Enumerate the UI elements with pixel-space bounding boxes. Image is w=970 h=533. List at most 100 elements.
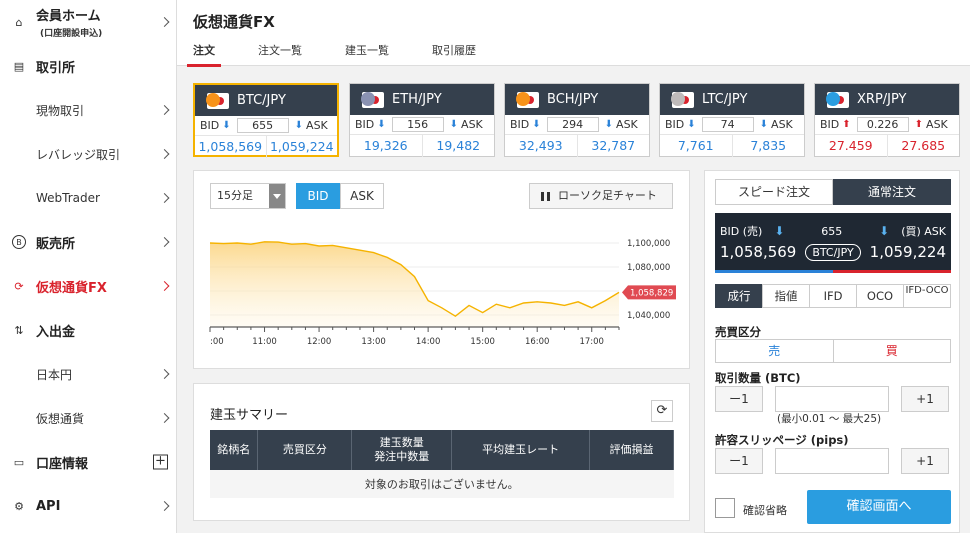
bid-sell-label: BID (売)	[720, 225, 763, 238]
y-tick-label: 1,100,000	[627, 239, 670, 249]
quantity-minus-button[interactable]: ー1	[715, 386, 763, 412]
card-ask-label: ASK	[771, 118, 793, 131]
chevron-right-icon	[159, 193, 170, 203]
sidebar-item-label: 販売所	[36, 236, 76, 252]
arrow-down-icon: ⬇	[759, 119, 769, 130]
chevron-right-icon	[159, 149, 170, 159]
arrow-down-icon: ⬇	[604, 119, 614, 130]
tab-position-list[interactable]: 建玉一覧	[345, 42, 389, 66]
timeframe-select[interactable]: 15分足	[210, 183, 286, 209]
bitcoin-icon: B	[12, 235, 26, 249]
sidebar-item-crypto[interactable]: 仮想通貨	[0, 396, 176, 440]
currency-card-ltc[interactable]: LTC/JPY BID ⬇ 74 ⬇ ASK 7,761 7,835	[659, 83, 805, 157]
candlestick-chart-button[interactable]: ローソク足チャート	[529, 183, 673, 209]
sidebar-item-home[interactable]: ⌂ 会員ホーム (口座開設申込)	[0, 0, 176, 44]
api-gear-icon: ⚙	[14, 499, 24, 513]
currency-card-btc[interactable]: BTC/JPY BID ⬇ 655 ⬇ ASK 1,058,569 1,059,224	[193, 83, 339, 158]
quote-bid-price[interactable]: 1,058,569	[720, 243, 796, 261]
sidebar-item-deposit[interactable]: ⇅ 入出金	[0, 308, 176, 352]
coin-icon	[206, 93, 220, 107]
sidebar-item-account[interactable]: ▭ 口座情報 +	[0, 440, 176, 484]
sidebar-item-webtrader[interactable]: WebTrader	[0, 176, 176, 220]
currency-card-xrp[interactable]: XRP/JPY BID ⬆ 0.226 ⬆ ASK 27.459 27.685	[814, 83, 960, 157]
order-type-oco[interactable]: OCO	[856, 284, 904, 308]
card-pair: BCH/JPY	[547, 92, 599, 107]
card-ask-price: 32,787	[591, 138, 636, 153]
tab-order-list[interactable]: 注文一覧	[258, 42, 302, 66]
arrow-down-icon: ⬇	[449, 119, 459, 130]
x-tick-label: 15:00	[470, 337, 495, 347]
chevron-down-icon	[269, 184, 285, 208]
chevron-right-icon	[159, 413, 170, 423]
card-ask-label: ASK	[616, 118, 638, 131]
ask-toggle[interactable]: ASK	[340, 183, 384, 209]
card-bid-price: 27.459	[815, 135, 888, 157]
currency-card-eth[interactable]: ETH/JPY BID ⬇ 156 ⬇ ASK 19,326 19,482	[349, 83, 495, 157]
sidebar-item-shop[interactable]: B 販売所	[0, 220, 176, 264]
skip-confirm-checkbox[interactable]	[715, 498, 735, 518]
order-type-market[interactable]: 成行	[715, 284, 763, 308]
card-ask-price: 1,059,224	[269, 139, 334, 154]
order-mode-tabs: スピード注文 通常注文	[715, 179, 951, 205]
currency-card-bch[interactable]: BCH/JPY BID ⬇ 294 ⬇ ASK 32,493 32,787	[504, 83, 650, 157]
quantity-plus-button[interactable]: +1	[901, 386, 949, 412]
quantity-label: 取引数量 (BTC)	[715, 371, 801, 385]
col-quantity-header: 建玉数量 発注中数量	[351, 430, 453, 470]
column-header-line: 売買区分	[282, 443, 327, 457]
tab-normal-order[interactable]: 通常注文	[833, 179, 951, 205]
chevron-right-icon	[159, 17, 170, 27]
quantity-input[interactable]	[775, 386, 889, 412]
tab-trade-history[interactable]: 取引履歴	[432, 42, 476, 66]
sidebar-item-jpy[interactable]: 日本円	[0, 352, 176, 396]
skip-confirm-label: 確認省略	[743, 504, 787, 517]
sidebar-item-leverage[interactable]: レバレッジ取引	[0, 132, 176, 176]
tab-order[interactable]: 注文	[187, 42, 221, 67]
slippage-label: 許容スリッページ (pips)	[715, 433, 849, 447]
card-bid-price: 1,058,569	[195, 136, 267, 158]
card-prices: 32,493 32,787	[505, 135, 649, 157]
order-type-limit[interactable]: 指値	[762, 284, 810, 308]
sidebar-item-fx[interactable]: ⟳ 仮想通貨FX	[0, 264, 176, 308]
col-pnl-header: 評価損益	[589, 430, 674, 470]
order-panel: スピード注文 通常注文 BID (売) ⬇ 655 ⬇ (買) ASK 1,05…	[704, 170, 960, 533]
slippage-minus-button[interactable]: ー1	[715, 448, 763, 474]
price-chart: 1,040,0001,060,0001,080,0001,100,000:001…	[209, 239, 676, 347]
col-symbol-header: 銘柄名	[210, 430, 259, 470]
buy-button[interactable]: 買	[832, 339, 951, 363]
sidebar-item-spot[interactable]: 現物取引	[0, 88, 176, 132]
sidebar-item-label: API	[36, 498, 61, 514]
card-bid-price: 32,493	[505, 135, 578, 157]
chevron-right-icon	[159, 369, 170, 379]
column-header-line: 銘柄名	[217, 443, 251, 457]
chart-panel: 15分足 BID ASK ローソク足チャート 1,040,0001,060,00…	[193, 170, 690, 369]
sidebar-item-label: 口座情報	[36, 456, 89, 472]
exchange-arrows-icon: ⟳	[14, 279, 24, 293]
card-header: BTC/JPY	[195, 85, 337, 116]
bid-toggle[interactable]: BID	[296, 183, 340, 209]
confirm-button[interactable]: 確認画面へ	[807, 490, 951, 524]
position-summary: 建玉サマリー ⟳ 銘柄名 売買区分 建玉数量 発注中数量 平均建玉レート 評価損益 対象の…	[193, 383, 690, 521]
card-spread: 156	[391, 117, 444, 132]
column-header-line: 発注中数量	[374, 450, 430, 463]
expand-plus-icon[interactable]: +	[153, 454, 168, 470]
col-avg-rate-header: 平均建玉レート	[451, 430, 591, 470]
order-type-ifd[interactable]: IFD	[809, 284, 857, 308]
card-header: BCH/JPY	[505, 84, 649, 115]
card-bid-price: 19,326	[350, 135, 423, 157]
coin-icon	[826, 92, 840, 106]
tab-speed-order[interactable]: スピード注文	[715, 179, 833, 205]
page-title: 仮想通貨FX	[193, 13, 275, 31]
sidebar-item-api[interactable]: ⚙ API	[0, 484, 176, 528]
slippage-plus-button[interactable]: +1	[901, 448, 949, 474]
arrow-down-icon: ⬇	[532, 119, 541, 130]
quote-ask-price[interactable]: 1,059,224	[870, 243, 946, 261]
column-header-line: 平均建玉レート	[482, 443, 560, 457]
sell-button[interactable]: 売	[715, 339, 834, 363]
sidebar-item-label: 取引所	[36, 60, 76, 76]
order-type-ifd-oco[interactable]: IFD-OCO	[903, 284, 951, 308]
sidebar-item-exchange[interactable]: ▤ 取引所	[0, 44, 176, 88]
y-tick-label: 1,080,000	[627, 263, 670, 273]
refresh-icon[interactable]: ⟳	[651, 400, 673, 422]
column-header-line: 評価損益	[609, 443, 654, 457]
slippage-input[interactable]	[775, 448, 889, 474]
